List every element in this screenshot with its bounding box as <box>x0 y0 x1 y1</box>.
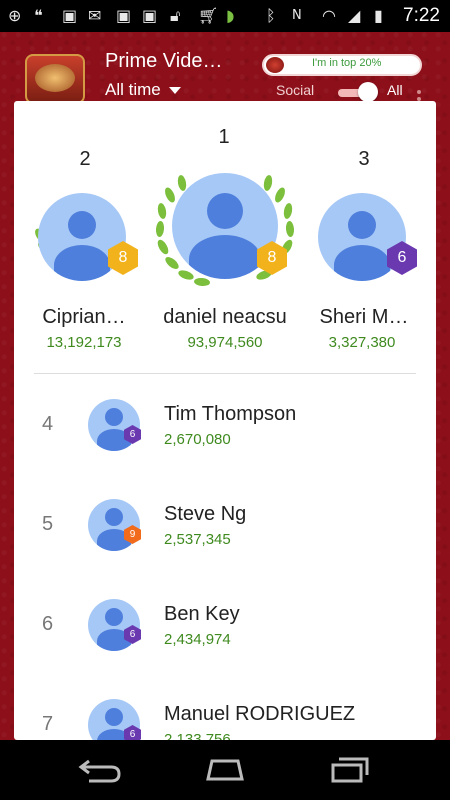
list-item[interactable]: 6 6 Ben Key 2,434,974 <box>14 575 436 675</box>
image-icon: ▣ <box>62 6 78 25</box>
player-name: Sheri M… <box>319 306 409 328</box>
back-button-icon[interactable] <box>75 755 125 785</box>
navigation-bar <box>0 740 450 800</box>
podium-rank: 3 <box>358 148 370 170</box>
add-icon: ⊕ <box>8 6 22 25</box>
time-filter-dropdown[interactable]: All time <box>105 80 181 100</box>
hangouts-icon: ❝ <box>34 6 43 25</box>
status-time: 7:22 <box>403 5 440 26</box>
lock-icon: 🔓︎ <box>170 6 181 25</box>
time-filter-label: All time <box>105 80 161 99</box>
divider <box>34 373 416 374</box>
player-score: 2,133,756 <box>164 731 231 740</box>
wifi-icon: ◠ <box>322 6 336 25</box>
rank-percentile-text: I'm in top 20% <box>312 57 382 69</box>
toggle-knob[interactable] <box>358 82 378 102</box>
bluetooth-icon: ᛒ <box>266 6 276 25</box>
status-bar: ⊕ ❝ ▣ ✉ ▣ ▣ 🔓︎ 🛒︎ ◗ ᛒ N ◠ ◢ ▮ 7:22 <box>0 0 450 32</box>
leaderboard-card: 2 8 Ciprian… 13,192,173 1 8 daniel neacs… <box>14 101 436 740</box>
player-name: Steve Ng <box>164 503 247 525</box>
rank-number: 5 <box>42 513 54 535</box>
podium-rank: 2 <box>79 148 91 170</box>
player-name: daniel neacsu <box>163 306 287 328</box>
home-button-icon[interactable] <box>200 755 250 785</box>
game-title: Prime Vide… <box>105 50 223 72</box>
chevron-down-icon <box>168 86 181 94</box>
player-name: Ben Key <box>164 603 240 625</box>
podium-rank: 1 <box>218 126 230 148</box>
app-icon[interactable] <box>25 54 85 104</box>
player-score: 2,434,974 <box>164 631 231 648</box>
battery-icon: ▮ <box>374 6 383 25</box>
rank-number: 7 <box>42 713 54 735</box>
image-icon: ▣ <box>142 6 158 25</box>
player-name: Ciprian… <box>42 306 126 328</box>
player-score: 93,974,560 <box>187 334 263 351</box>
player-thumbnail-icon <box>266 57 284 73</box>
rank-number: 6 <box>42 613 54 635</box>
player-name: Manuel RODRIGUEZ <box>164 703 356 725</box>
player-score: 13,192,173 <box>46 334 122 351</box>
list-item[interactable]: 5 9 Steve Ng 2,537,345 <box>14 475 436 575</box>
player-score: 3,327,380 <box>328 334 396 351</box>
all-label: All <box>387 82 403 98</box>
android-icon: ◗ <box>226 6 235 25</box>
image-icon: ▣ <box>116 6 132 25</box>
recent-apps-button-icon[interactable] <box>325 755 375 785</box>
nfc-icon: N <box>292 8 302 23</box>
rank-number: 4 <box>42 413 54 435</box>
cart-icon: 🛒︎ <box>198 6 219 25</box>
rank-percentile-badge: I'm in top 20% <box>262 54 422 76</box>
player-score: 2,670,080 <box>164 431 231 448</box>
list-item[interactable]: 7 6 Manuel RODRIGUEZ 2,133,756 <box>14 675 436 740</box>
social-label: Social <box>276 82 315 98</box>
player-name: Tim Thompson <box>164 403 297 425</box>
player-score: 2,537,345 <box>164 531 231 548</box>
gmail-icon: ✉ <box>88 6 102 25</box>
signal-icon: ◢ <box>348 6 361 25</box>
list-item[interactable]: 4 6 Tim Thompson 2,670,080 <box>14 375 436 475</box>
